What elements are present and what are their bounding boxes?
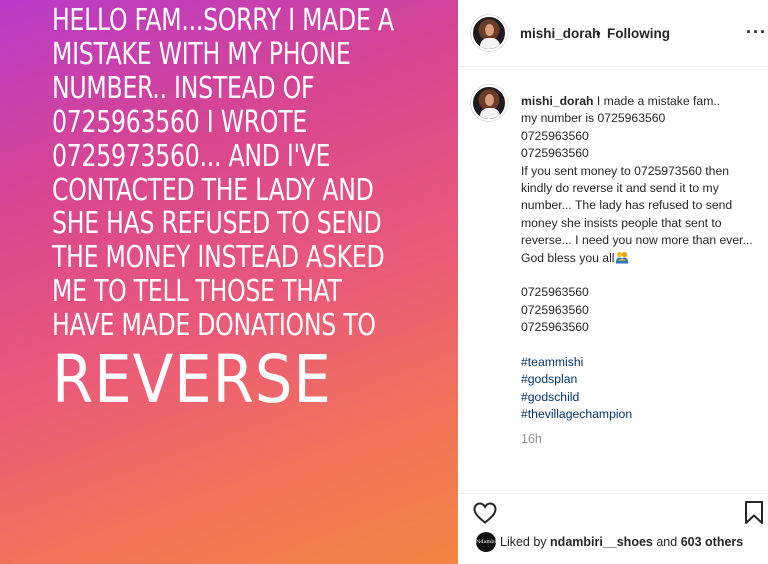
caption-number: 0725963560	[521, 320, 589, 335]
caption-text: mishi_dorah I made a mistake fam.. my nu…	[521, 93, 761, 424]
caption-gap	[521, 267, 761, 284]
following-button[interactable]: Following	[607, 26, 670, 41]
caption-first-text: I made a mistake fam..	[596, 94, 721, 108]
post-image[interactable]: HELLO FAM...SORRY I MADE A MISTAKE WITH …	[0, 0, 458, 564]
post-time[interactable]: 16h	[521, 432, 542, 446]
avatar[interactable]	[471, 85, 507, 121]
liker-avatar[interactable]: Ndambiri	[476, 532, 500, 552]
username-link[interactable]: mishi_dorah	[520, 26, 600, 41]
caption-number: 0725963560	[521, 302, 589, 317]
avatar-face	[485, 94, 494, 106]
avatar-face	[485, 24, 494, 36]
avatar-body	[480, 108, 500, 119]
likes-others-link[interactable]: 603 others	[681, 535, 744, 549]
story-big-word: REVERSE	[52, 341, 332, 419]
separator-dot: •	[596, 26, 601, 41]
likes-summary: Liked by ndambiri__shoes and 603 others	[500, 535, 743, 549]
caption-number: 0725963560	[521, 285, 589, 300]
bookmark-icon[interactable]	[743, 500, 765, 526]
liker-username-link[interactable]: ndambiri__shoes	[550, 535, 653, 549]
hashtag-link[interactable]: #teammishi	[521, 354, 761, 371]
caption-gap	[521, 337, 761, 354]
story-line: NUMBER.. INSTEAD OF	[52, 70, 315, 106]
story-line: MISTAKE WITH MY PHONE	[52, 36, 351, 72]
story-line: HELLO FAM...SORRY I MADE A	[52, 3, 394, 38]
caption-line: 0725963560	[521, 146, 589, 161]
story-line: 0725973560... AND I'VE	[52, 138, 331, 174]
caption-username[interactable]: mishi_dorah	[521, 94, 593, 108]
caption-first-line: mishi_dorah I made a mistake fam..	[521, 93, 761, 110]
story-line: ME TO TELL THOSE THAT	[52, 274, 342, 310]
avatar-body	[480, 38, 500, 49]
story-line: THE MONEY INSTEAD ASKED	[52, 240, 385, 276]
heart-icon[interactable]	[472, 500, 498, 526]
story-text: HELLO FAM...SORRY I MADE A MISTAKE WITH …	[52, 4, 412, 417]
post-header: mishi_dorah • Following ···	[458, 0, 768, 67]
caption-paragraph-text: If you sent money to 0725973560 then kin…	[521, 163, 753, 265]
likes-prefix: Liked by	[500, 535, 547, 549]
likes-connector: and	[656, 535, 678, 549]
post-actions: Ndambiri Liked by ndambiri__shoes and 60…	[458, 493, 768, 564]
caption-section: mishi_dorah I made a mistake fam.. my nu…	[458, 68, 768, 493]
more-icon[interactable]: ···	[746, 22, 767, 43]
caption-line: my number is 0725963560	[521, 111, 666, 126]
story-line: 0725963560 I WROTE	[52, 104, 308, 140]
story-line: CONTACTED THE LADY AND	[52, 172, 374, 208]
story-line: SHE HAS REFUSED TO SEND	[52, 206, 382, 242]
avatar[interactable]	[471, 15, 507, 51]
story-line: HAVE MADE DONATIONS TO	[52, 308, 376, 344]
caption-line: 0725963560	[521, 128, 589, 143]
hashtag-link[interactable]: #godschild	[521, 389, 761, 406]
hashtag-link[interactable]: #thevillagechampion	[521, 406, 761, 423]
people-hugging-icon	[615, 251, 629, 264]
post-sidebar: mishi_dorah • Following ··· mishi_dorah …	[458, 0, 768, 564]
hashtag-link[interactable]: #godsplan	[521, 371, 761, 388]
caption-paragraph: If you sent money to 0725973560 then kin…	[521, 163, 761, 267]
